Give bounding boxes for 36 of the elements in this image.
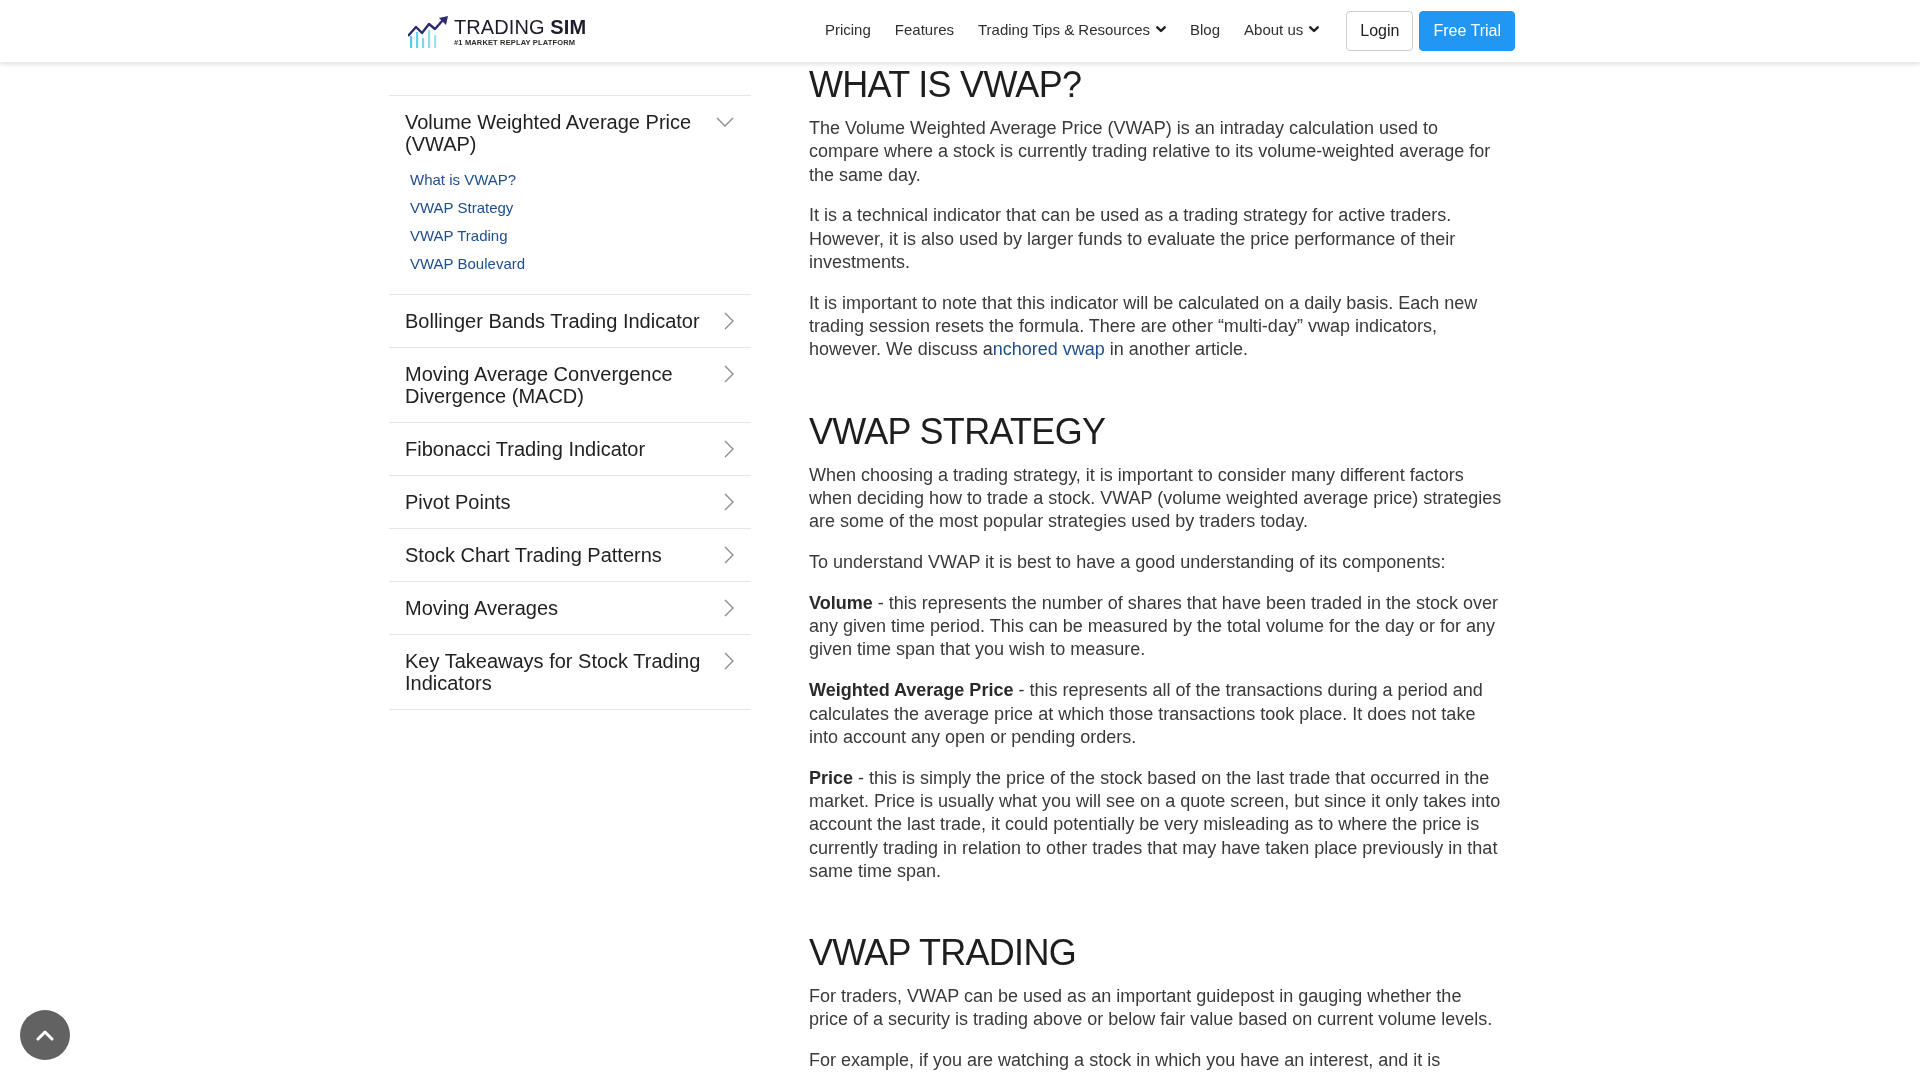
sidebar-sublink[interactable]: What is VWAP? (410, 166, 517, 194)
nav-link[interactable]: Trading Tips & Resources (978, 20, 1166, 38)
nav-link[interactable]: About us (1244, 20, 1320, 38)
sidebar-sublink[interactable]: VWAP Strategy (410, 194, 514, 222)
article-paragraph: It is important to note that this indicator will be calculated on a daily basis. Each new trading session resets the formula. There are other “multi-day” vwap indicators, however. We discuss anchored vwap in another article. (809, 291, 1479, 362)
sidebar-item[interactable]: Volume Weighted Average Price (VWAP) (389, 96, 751, 166)
article-paragraph: When choosing a trading strategy, it is important to consider many different factors when deciding how to trade a stock. VWAP (volume weighted average price) strategies are some of the most popular strategies used by traders today. (809, 463, 1503, 534)
sidebar-item[interactable]: Fibonacci Trading Indicator (389, 423, 751, 475)
sidebar-sublink[interactable]: VWAP Boulevard (410, 250, 526, 278)
nav-link[interactable]: Features (894, 20, 954, 38)
sidebar-item[interactable]: Moving Average Convergence Divergence (MACD) (389, 348, 751, 422)
sidebar-item[interactable]: Pivot Points (389, 476, 751, 528)
section-heading: VWAP TRADING (809, 931, 1077, 976)
article-paragraph: For traders, VWAP can be used as an important guidepost in gauging whether the price of a security is trading above or below fair value based on current volume levels. (809, 985, 1494, 1032)
sidebar-item[interactable]: Stock Chart Trading Patterns (389, 529, 751, 581)
chevron-up-icon (36, 1029, 54, 1041)
sidebar-item[interactable]: Key Takeaways for Stock Trading Indicators (389, 635, 751, 709)
login-button[interactable]: Login (1346, 11, 1414, 51)
article-paragraph: It is a technical indicator that can be used as a trading strategy for active traders. However, it is also used by larger funds to evaluate the price performance of their investments. (809, 204, 1457, 274)
article-paragraph: Price - this is simply the price of the stock based on the last trade that occurred in the market. Price is usually what you will see on a quote screen, but since it only takes into account the last trade, it could potentially be very misleading as to where the price is currently trading in relation to other trades that may have taken place previously in that same time span. (809, 766, 1502, 883)
article-paragraph: Volume - this represents the number of shares that have been traded in the stock over any given time period. This can be measured by the total volume for the day or for any given time span that you wish to measure. (809, 591, 1500, 662)
sidebar-item[interactable]: Moving Averages (389, 582, 751, 634)
scroll-top-button[interactable] (20, 1010, 70, 1060)
sidebar-sublink[interactable]: VWAP Trading (410, 222, 508, 250)
nav-link[interactable]: Blog (1190, 20, 1221, 38)
rising-chart-icon (408, 16, 448, 48)
article-link[interactable]: nchored vwap (992, 339, 1105, 360)
article-paragraph: Weighted Average Price - this represents all of the transactions during a period and calculates the average price at which those transactions took place. It does not take into account any open or pending orders. (809, 679, 1484, 749)
article-paragraph: To understand VWAP it is best to have a good understanding of its components: (809, 551, 1447, 575)
article-paragraph: For example, if you are watching a stock in which you have an interest, and it is (809, 1049, 1442, 1073)
section-heading: VWAP STRATEGY (809, 409, 1107, 454)
article-paragraph: The Volume Weighted Average Price (VWAP) is an intraday calculation used to compare where a stock is currently trading relative to its volume-weighted average for the same day. (809, 117, 1492, 187)
logo-wordmark[interactable]: TRADING SIM (454, 16, 587, 38)
nav-link[interactable]: Pricing (824, 20, 871, 38)
sidebar-item[interactable]: Bollinger Bands Trading Indicator (389, 295, 751, 347)
section-heading: WHAT IS VWAP? (809, 63, 1083, 107)
